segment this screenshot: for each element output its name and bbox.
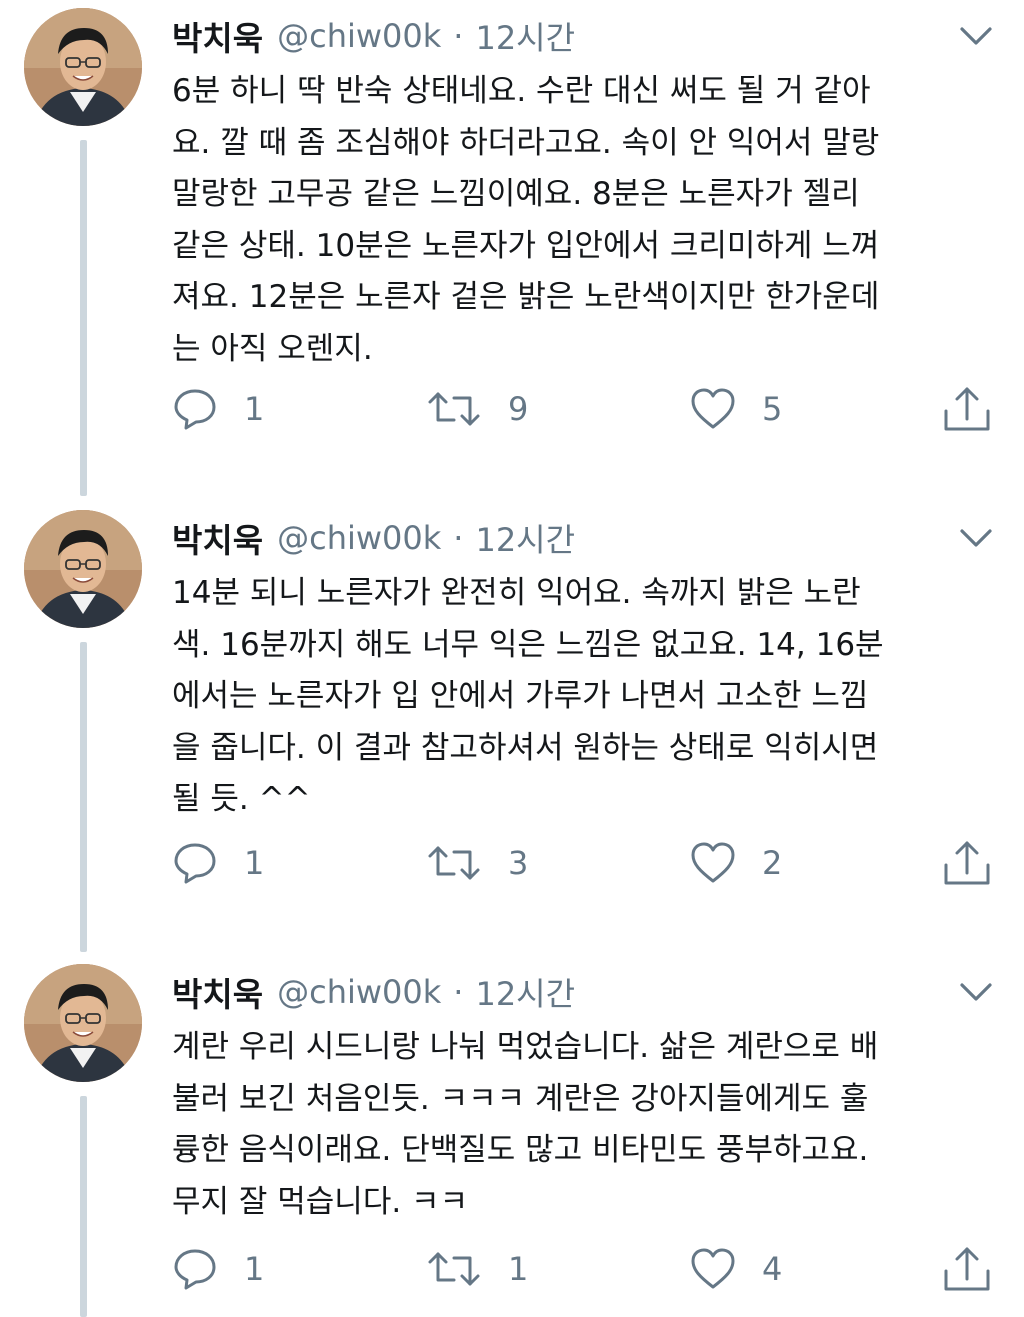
retweet-button[interactable]: 3 [426,838,528,888]
reply-button[interactable]: 1 [172,384,264,434]
retweet-count: 3 [508,844,529,882]
thread-connector [80,1096,87,1317]
tweet-actions: 1 9 5 [172,384,1002,434]
avatar[interactable] [24,8,142,126]
timestamp[interactable]: 12시간 [475,13,575,59]
like-button[interactable]: 4 [690,1244,782,1294]
separator-dot: · [453,973,464,1011]
reply-count: 1 [244,1250,265,1288]
author-name[interactable]: 박치욱 [172,514,263,562]
like-button[interactable]: 5 [690,384,782,434]
retweet-button[interactable]: 9 [426,384,528,434]
thread-connector [80,140,87,496]
tweet-header: 박치욱 @chiw00k · 12시간 [172,970,575,1014]
retweet-button[interactable]: 1 [426,1244,528,1294]
tweet[interactable]: 박치욱 @chiw00k · 12시간 6분 하니 딱 반숙 상태네요. 수란 … [0,8,1024,496]
tweet-text: 6분 하니 딱 반숙 상태네요. 수란 대신 써도 될 거 같아 요. 깔 때 … [172,73,880,367]
like-icon [691,842,735,883]
share-icon [944,841,990,885]
avatar[interactable] [24,964,142,1082]
like-button[interactable]: 2 [690,838,782,888]
avatar[interactable] [24,510,142,628]
reply-icon [174,389,216,430]
like-count: 2 [762,844,783,882]
separator-dot: · [453,519,464,557]
reply-icon [174,1249,216,1290]
reply-count: 1 [244,844,265,882]
tweet[interactable]: 박치욱 @chiw00k · 12시간 14분 되니 노른자가 완전히 익어요.… [0,510,1024,960]
share-icon [944,387,990,431]
timestamp[interactable]: 12시간 [475,969,575,1015]
tweet-text: 14분 되니 노른자가 완전히 익어요. 속까지 밝은 노란 색. 16분까지 … [172,575,884,817]
like-count: 5 [762,390,783,428]
retweet-icon [428,392,480,426]
chevron-down-icon[interactable] [958,524,994,552]
author-handle[interactable]: @chiw00k [277,17,441,55]
thread-connector [80,642,87,952]
timestamp[interactable]: 12시간 [475,515,575,561]
retweet-count: 9 [508,390,529,428]
tweet-text: 계란 우리 시드니랑 나눠 먹었습니다. 삶은 계란으로 배 불러 보긴 처음인… [172,1029,879,1220]
tweet-actions: 1 1 4 [172,1244,1002,1294]
author-name[interactable]: 박치욱 [172,968,263,1016]
chevron-down-icon[interactable] [958,22,994,50]
like-count: 4 [762,1250,783,1288]
like-icon [691,388,735,429]
author-name[interactable]: 박치욱 [172,12,263,60]
tweet-header: 박치욱 @chiw00k · 12시간 [172,14,575,58]
reply-button[interactable]: 1 [172,1244,264,1294]
reply-icon [174,843,216,884]
chevron-down-icon[interactable] [958,978,994,1006]
tweet-thread: 박치욱 @chiw00k · 12시간 6분 하니 딱 반숙 상태네요. 수란 … [0,0,1024,1317]
author-handle[interactable]: @chiw00k [277,519,441,557]
author-handle[interactable]: @chiw00k [277,973,441,1011]
like-icon [691,1248,735,1289]
reply-count: 1 [244,390,265,428]
share-button[interactable] [942,1244,992,1294]
retweet-icon [428,1252,480,1286]
retweet-count: 1 [508,1250,529,1288]
share-button[interactable] [942,384,992,434]
tweet[interactable]: 박치욱 @chiw00k · 12시간 계란 우리 시드니랑 나눠 먹었습니다.… [0,964,1024,1317]
tweet-actions: 1 3 2 [172,838,1002,888]
reply-button[interactable]: 1 [172,838,264,888]
share-button[interactable] [942,838,992,888]
share-icon [944,1247,990,1291]
separator-dot: · [453,17,464,55]
retweet-icon [428,846,480,880]
tweet-header: 박치욱 @chiw00k · 12시간 [172,516,575,560]
